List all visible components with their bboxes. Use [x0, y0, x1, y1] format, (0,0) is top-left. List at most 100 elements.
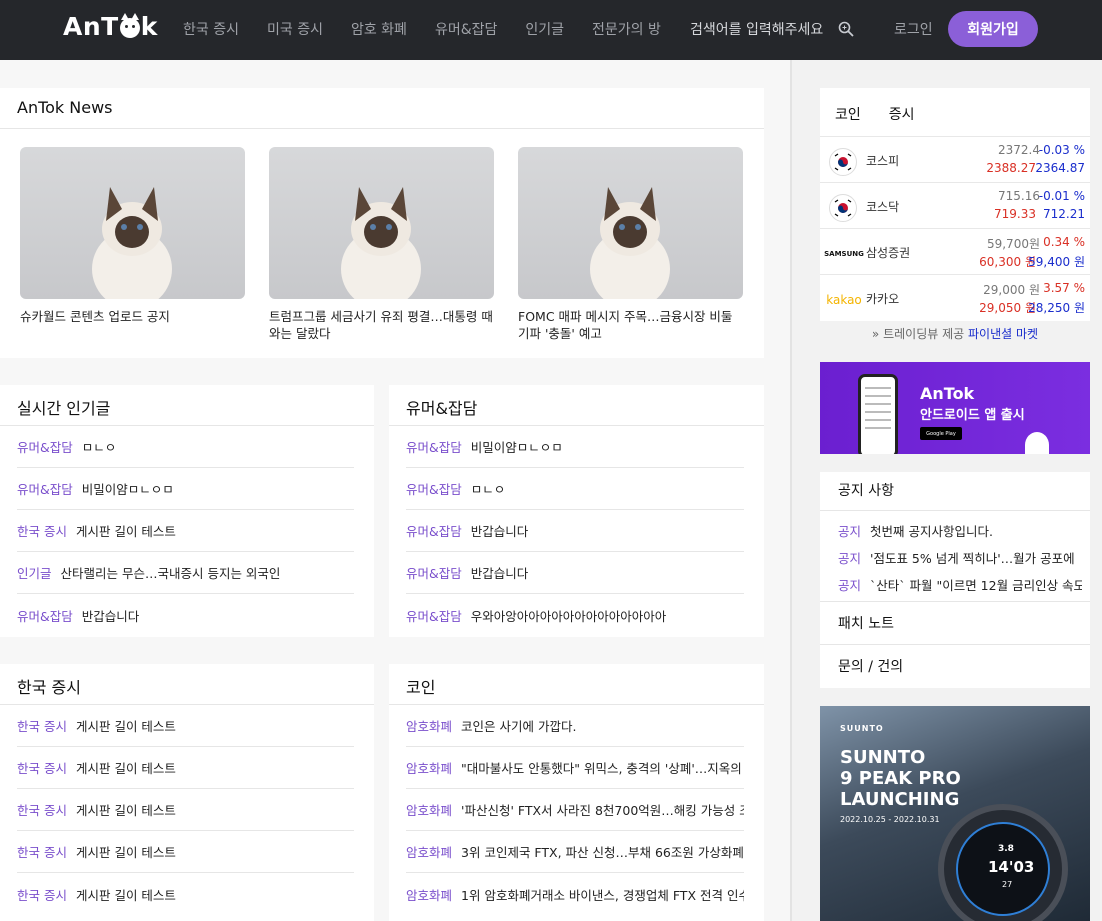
post-title[interactable]: 반갑습니다	[82, 606, 140, 625]
news-thumbnail[interactable]	[518, 147, 743, 299]
nav-korea-stock[interactable]: 한국 증시	[183, 19, 239, 39]
board-row[interactable]: 유머&잡담 ㅁㄴㅇ	[406, 468, 744, 510]
board-row[interactable]: 암호화폐 '파산신청' FTX서 사라진 8천700억원…해킹 가능성 조	[406, 789, 744, 831]
nav-expert-room[interactable]: 전문가의 방	[592, 19, 661, 39]
category-tag[interactable]: 한국 증시	[17, 800, 67, 819]
ticker-row[interactable]: kakao 카카오 29,000 원 3.57 % 29,050 원 28,25…	[820, 274, 1090, 320]
board-row[interactable]: 한국 증시 게시판 길이 테스트	[17, 510, 354, 552]
board-row[interactable]: 한국 증시 게시판 길이 테스트	[17, 873, 354, 915]
notice-item[interactable]: 공지 '점도표 5% 넘게 찍히나'…월가 공포에	[838, 548, 1082, 567]
board-row[interactable]: 유머&잡담 반갑습니다	[406, 510, 744, 552]
category-tag[interactable]: 유머&잡담	[17, 606, 73, 625]
inquiry-link[interactable]: 문의 / 건의	[820, 644, 1090, 686]
suunto-ad-banner[interactable]: SUUNTO SUNNTO 9 PEAK PRO LAUNCHING 2022.…	[820, 706, 1090, 921]
category-tag[interactable]: 암호화폐	[406, 716, 452, 735]
signup-button[interactable]: 회원가입	[948, 11, 1038, 47]
nav-crypto[interactable]: 암호 화폐	[351, 19, 407, 39]
credit-brand-link[interactable]: 파이낸셜 마켓	[968, 327, 1038, 341]
post-title[interactable]: 게시판 길이 테스트	[76, 800, 176, 819]
nav-humor[interactable]: 유머&잡담	[435, 19, 497, 39]
board-title[interactable]: 코인	[406, 674, 435, 698]
search-input[interactable]: 검색어를 입력해주세요	[690, 19, 823, 39]
google-play-badge[interactable]: Google Play	[920, 427, 962, 440]
nav-popular[interactable]: 인기글	[525, 19, 564, 39]
board-row[interactable]: 유머&잡담 반갑습니다	[17, 594, 354, 636]
category-tag[interactable]: 암호화폐	[406, 800, 452, 819]
board-row[interactable]: 유머&잡담 비밀이얌ㅁㄴㅇㅁ	[406, 426, 744, 468]
news-thumbnail[interactable]	[20, 147, 245, 299]
board-title[interactable]: 실시간 인기글	[17, 395, 110, 419]
notice-item[interactable]: 공지 첫번째 공지사항입니다.	[838, 521, 1082, 540]
category-tag[interactable]: 한국 증시	[17, 758, 67, 777]
post-title[interactable]: ㅁㄴㅇ	[471, 479, 506, 498]
news-caption[interactable]: FOMC 매파 메시지 주목…금융시장 비둘기파 '충돌' 예고	[518, 308, 743, 342]
board-row[interactable]: 암호화폐 1위 암호화폐거래소 바이낸스, 경쟁업체 FTX 전격 인수	[406, 873, 744, 915]
board-row[interactable]: 암호화폐 "대마불사도 안통했다" 위믹스, 충격의 '상폐'…지옥의 한	[406, 747, 744, 789]
post-title[interactable]: 게시판 길이 테스트	[76, 716, 176, 735]
post-title[interactable]: ㅁㄴㅇ	[82, 437, 117, 456]
post-title[interactable]: "대마불사도 안통했다" 위믹스, 충격의 '상폐'…지옥의 한	[461, 758, 744, 777]
category-tag[interactable]: 암호화폐	[406, 842, 452, 861]
category-tag[interactable]: 암호화폐	[406, 885, 452, 904]
category-tag[interactable]: 인기글	[17, 563, 52, 582]
antok-logo[interactable]: AnT k	[63, 12, 158, 41]
category-tag[interactable]: 유머&잡담	[17, 437, 73, 456]
post-title[interactable]: 우와아앙아아아아아아아아아아아아아	[471, 606, 667, 625]
post-title[interactable]: 코인은 사기에 가깝다.	[461, 716, 576, 735]
notice-item[interactable]: 공지 `산타` 파월 "이르면 12월 금리인상 속도	[838, 575, 1082, 594]
board-row[interactable]: 인기글 산타랠리는 무슨…국내증시 등지는 외국인	[17, 552, 354, 594]
category-tag[interactable]: 유머&잡담	[406, 521, 462, 540]
category-tag[interactable]: 한국 증시	[17, 842, 67, 861]
board-row[interactable]: 한국 증시 게시판 길이 테스트	[17, 831, 354, 873]
notice-item-title[interactable]: '점도표 5% 넘게 찍히나'…월가 공포에	[870, 551, 1075, 566]
category-tag[interactable]: 유머&잡담	[17, 479, 73, 498]
ticker-row[interactable]: 코스닥 715.16 -0.01 % 719.33 712.21	[820, 182, 1090, 228]
category-tag[interactable]: 한국 증시	[17, 521, 67, 540]
post-title[interactable]: 산타랠리는 무슨…국내증시 등지는 외국인	[61, 563, 281, 582]
post-title[interactable]: 게시판 길이 테스트	[76, 842, 176, 861]
post-title[interactable]: 비밀이얌ㅁㄴㅇㅁ	[471, 437, 563, 456]
patch-notes-link[interactable]: 패치 노트	[820, 601, 1090, 643]
news-caption[interactable]: 트럼프그룹 세금사기 유죄 평결…대통령 때와는 달랐다	[269, 308, 494, 342]
ticker-row[interactable]: SAMSUNG 삼성증권 59,700원 0.34 % 60,300 원 59,…	[820, 228, 1090, 274]
notice-item-title[interactable]: `산타` 파월 "이르면 12월 금리인상 속도	[870, 578, 1082, 593]
category-tag[interactable]: 유머&잡담	[406, 606, 462, 625]
post-title[interactable]: 반갑습니다	[471, 521, 529, 540]
tab-stock[interactable]: 증시	[889, 104, 915, 124]
category-tag[interactable]: 암호화폐	[406, 758, 452, 777]
search-icon[interactable]	[838, 21, 854, 37]
board-row[interactable]: 한국 증시 게시판 길이 테스트	[17, 747, 354, 789]
category-tag[interactable]: 유머&잡담	[406, 563, 462, 582]
android-app-banner[interactable]: AnTok 안드로이드 앱 출시 Google Play	[820, 362, 1090, 454]
post-title[interactable]: 1위 암호화폐거래소 바이낸스, 경쟁업체 FTX 전격 인수	[461, 885, 744, 904]
post-title[interactable]: 비밀이얌ㅁㄴㅇㅁ	[82, 479, 174, 498]
board-title[interactable]: 한국 증시	[17, 674, 81, 698]
category-tag[interactable]: 유머&잡담	[406, 479, 462, 498]
news-caption[interactable]: 슈카월드 콘텐츠 업로드 공지	[20, 308, 245, 325]
post-title[interactable]: 게시판 길이 테스트	[76, 758, 176, 777]
board-row[interactable]: 암호화폐 코인은 사기에 가깝다.	[406, 705, 744, 747]
board-row[interactable]: 유머&잡담 반갑습니다	[406, 552, 744, 594]
post-title[interactable]: 반갑습니다	[471, 563, 529, 582]
board-row[interactable]: 유머&잡담 ㅁㄴㅇ	[17, 426, 354, 468]
post-title[interactable]: 게시판 길이 테스트	[76, 521, 176, 540]
notice-title[interactable]: 공지 사항	[838, 480, 894, 500]
login-link[interactable]: 로그인	[894, 19, 933, 39]
category-tag[interactable]: 한국 증시	[17, 885, 67, 904]
post-title[interactable]: '파산신청' FTX서 사라진 8천700억원…해킹 가능성 조	[461, 800, 744, 819]
board-row[interactable]: 유머&잡담 비밀이얌ㅁㄴㅇㅁ	[17, 468, 354, 510]
notice-item-title[interactable]: 첫번째 공지사항입니다.	[870, 524, 993, 539]
board-row[interactable]: 유머&잡담 우와아앙아아아아아아아아아아아아아	[406, 594, 744, 636]
tab-coin[interactable]: 코인	[835, 104, 861, 124]
post-title[interactable]: 게시판 길이 테스트	[76, 885, 176, 904]
nav-us-stock[interactable]: 미국 증시	[267, 19, 323, 39]
news-thumbnail[interactable]	[269, 147, 494, 299]
board-row[interactable]: 한국 증시 게시판 길이 테스트	[17, 789, 354, 831]
board-row[interactable]: 한국 증시 게시판 길이 테스트	[17, 705, 354, 747]
category-tag[interactable]: 한국 증시	[17, 716, 67, 735]
board-title[interactable]: 유머&잡담	[406, 395, 477, 419]
ticker-row[interactable]: 코스피 2372.4 -0.03 % 2388.27 2364.87	[820, 136, 1090, 182]
board-row[interactable]: 암호화폐 3위 코인제국 FTX, 파산 신청…부채 66조원 가상화폐 .	[406, 831, 744, 873]
category-tag[interactable]: 유머&잡담	[406, 437, 462, 456]
post-title[interactable]: 3위 코인제국 FTX, 파산 신청…부채 66조원 가상화폐 .	[461, 842, 744, 861]
